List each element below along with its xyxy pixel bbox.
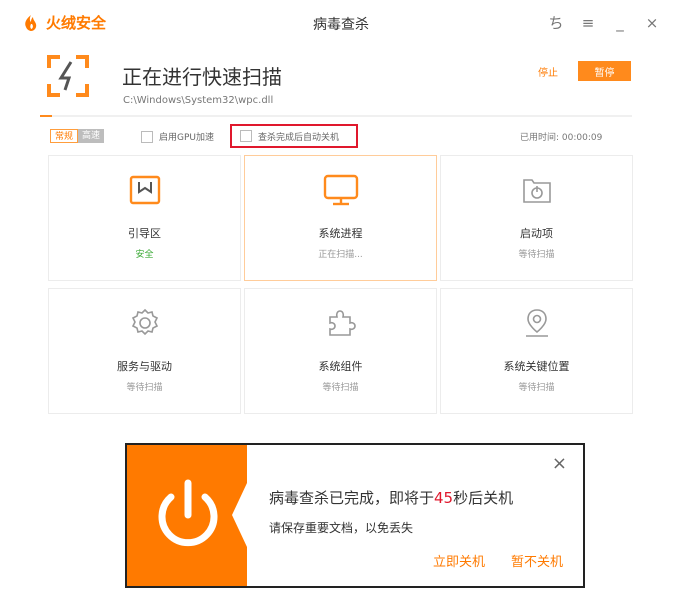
- puzzle-icon: [328, 310, 356, 336]
- shutdown-countdown-dialog: × 病毒查杀已完成，即将于45秒后关机 请保存重要文档，以免丢失 立即关机 暂不…: [125, 443, 585, 588]
- close-icon[interactable]: ×: [644, 14, 660, 32]
- gear-icon: [131, 308, 158, 336]
- scan-title: 正在进行快速扫描: [122, 65, 282, 89]
- scan-mode-toggle: 常规 高速: [50, 129, 105, 143]
- tile-boot-area: 引导区 安全: [48, 155, 241, 281]
- tile-status: 等待扫描: [126, 383, 163, 393]
- tile-status: 正在扫描...: [318, 250, 363, 260]
- message-suffix: 秒后关机: [453, 489, 514, 507]
- tile-title: 服务与驱动: [117, 360, 172, 373]
- countdown-seconds: 45: [434, 489, 454, 507]
- tile-title: 系统关键位置: [503, 360, 570, 373]
- boot-icon: [129, 175, 160, 205]
- shutdown-now-link[interactable]: 立即关机: [433, 551, 485, 570]
- tile-status: 等待扫描: [518, 383, 555, 393]
- mode-fast-button[interactable]: 高速: [78, 129, 105, 143]
- tile-title: 系统进程: [318, 227, 363, 240]
- tile-startup-items: 启动项 等待扫描: [440, 155, 633, 281]
- tile-status: 等待扫描: [322, 383, 359, 393]
- popup-hint: 请保存重要文档，以免丢失: [269, 521, 414, 535]
- auto-shutdown-option[interactable]: 查杀完成后自动关机: [230, 124, 358, 148]
- auto-shutdown-label: 查杀完成后自动关机: [258, 132, 340, 143]
- tile-system-process: 系统进程 正在扫描...: [244, 155, 437, 281]
- elapsed-time: 已用时间: 00:00:09: [520, 133, 603, 143]
- stop-button[interactable]: 停止: [526, 61, 570, 81]
- auto-shutdown-checkbox[interactable]: [240, 130, 252, 142]
- tile-status: 等待扫描: [518, 250, 555, 260]
- tile-system-components: 系统组件 等待扫描: [244, 288, 437, 414]
- title-bar: 火绒安全 病毒查杀 ち ≡ _ ×: [22, 12, 660, 40]
- scan-progress-bar: [40, 115, 632, 117]
- tile-title: 引导区: [128, 227, 161, 240]
- popup-power-banner: [127, 445, 247, 586]
- mode-normal-button[interactable]: 常规: [50, 129, 79, 143]
- pause-button[interactable]: 暂停: [578, 61, 631, 81]
- skin-icon[interactable]: ち: [548, 12, 564, 33]
- scan-lightning-icon: [47, 55, 89, 97]
- popup-message: 病毒查杀已完成，即将于45秒后关机: [269, 487, 513, 508]
- menu-icon[interactable]: ≡: [580, 14, 596, 32]
- gpu-accel-checkbox[interactable]: [141, 130, 153, 143]
- scan-progress-fill: [40, 115, 52, 117]
- scan-file-path: C:\Windows\System32\wpc.dll: [123, 95, 274, 106]
- power-folder-icon: [522, 179, 551, 203]
- tile-status: 安全: [135, 250, 154, 260]
- window-controls: ち ≡ _ ×: [548, 12, 660, 33]
- location-icon: [525, 309, 548, 337]
- gpu-accel-label: 启用GPU加速: [159, 133, 214, 143]
- monitor-icon: [323, 174, 358, 206]
- message-prefix: 病毒查杀已完成，即将于: [269, 489, 435, 507]
- tile-title: 启动项: [520, 227, 553, 240]
- minimize-icon[interactable]: _: [612, 14, 628, 32]
- tile-title: 系统组件: [318, 360, 363, 373]
- cancel-shutdown-link[interactable]: 暂不关机: [511, 551, 563, 570]
- tile-critical-locations: 系统关键位置 等待扫描: [440, 288, 633, 414]
- tile-services-drivers: 服务与驱动 等待扫描: [48, 288, 241, 414]
- gpu-accel-option[interactable]: 启用GPU加速: [141, 130, 214, 143]
- popup-close-icon[interactable]: ×: [552, 453, 567, 474]
